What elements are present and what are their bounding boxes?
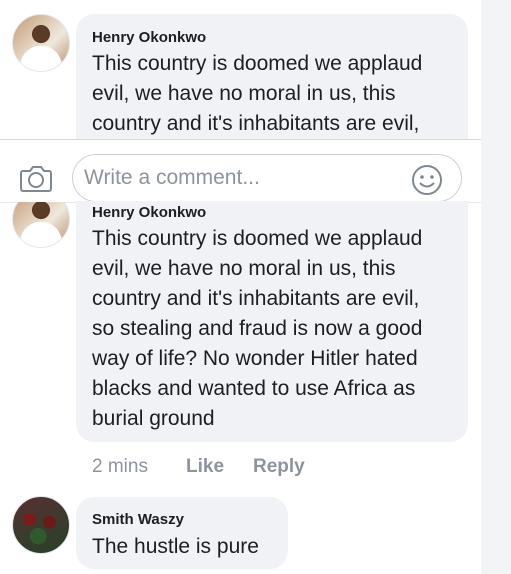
side-panel-strip xyxy=(481,0,511,574)
comment-text: This country is doomed we applaud evil, … xyxy=(92,52,423,135)
comment-author[interactable]: Henry Okonkwo xyxy=(92,204,206,221)
avatar-henry-okonkwo[interactable] xyxy=(12,14,70,72)
comment-input-placeholder: Write a comment... xyxy=(84,166,260,189)
comment-timestamp[interactable]: 2 mins xyxy=(92,456,148,478)
avatar-smith-waszy[interactable] xyxy=(12,496,70,554)
comment-author[interactable]: Smith Waszy xyxy=(92,511,184,528)
comment-text: The hustle is pure xyxy=(92,535,259,558)
smiley-icon[interactable] xyxy=(411,164,443,196)
comment-text: This country is doomed we applaud evil, … xyxy=(92,227,423,430)
camera-icon[interactable] xyxy=(19,162,53,194)
reply-button[interactable]: Reply xyxy=(253,456,305,478)
comment-author[interactable]: Henry Okonkwo xyxy=(92,29,206,46)
like-button[interactable]: Like xyxy=(186,456,224,478)
